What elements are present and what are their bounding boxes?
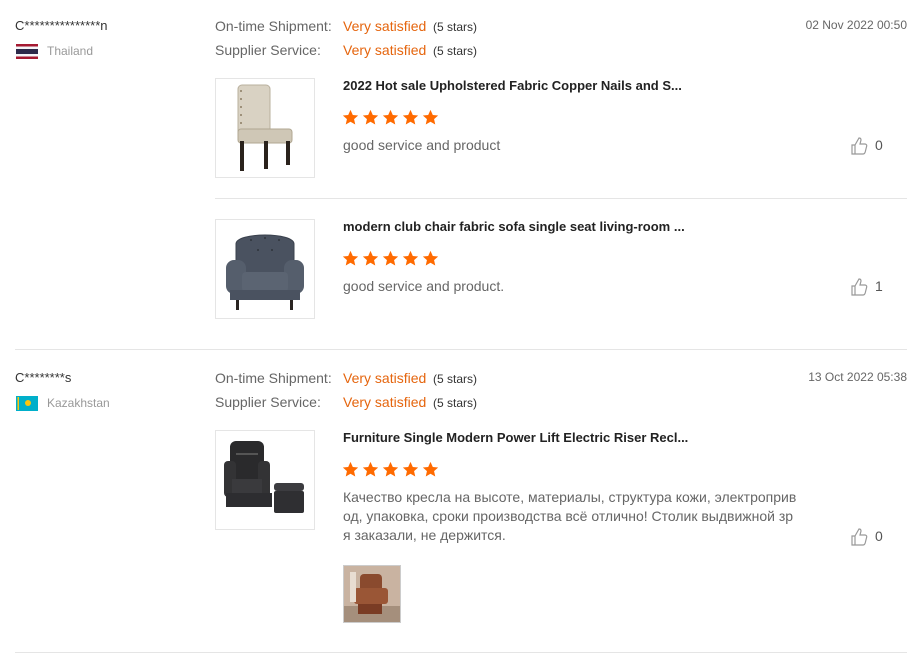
star-icon: [402, 109, 419, 125]
reviewer-name: C***************n: [15, 18, 108, 33]
shipment-rating-label: On-time Shipment:: [215, 18, 332, 34]
review-comment: Качество кресла на высоте, материалы, ст…: [343, 489, 797, 543]
product-star-rating: [342, 109, 439, 127]
star-icon: [382, 250, 399, 266]
star-icon: [342, 250, 359, 266]
star-icon: [342, 109, 359, 125]
review-date: 02 Nov 2022 00:50: [805, 18, 907, 32]
product-title-link[interactable]: 2022 Hot sale Upholstered Fabric Copper …: [343, 78, 682, 93]
star-icon: [362, 250, 379, 266]
star-icon: [362, 109, 379, 125]
star-icon: [422, 461, 439, 477]
product-divider: [215, 198, 907, 199]
product-star-rating: [342, 250, 439, 268]
product-thumbnail[interactable]: [215, 430, 315, 530]
reviewer-country: Thailand: [47, 44, 94, 58]
review-separator: [15, 652, 907, 653]
product-thumbnail[interactable]: [215, 219, 315, 319]
star-icon: [402, 461, 419, 477]
kazakhstan-flag-icon: [16, 396, 38, 411]
like-count: 0: [875, 528, 883, 544]
product-title-link[interactable]: Furniture Single Modern Power Lift Elect…: [343, 430, 688, 445]
service-rating-value: Very satisfied: [343, 42, 427, 58]
product-thumbnail[interactable]: [215, 78, 315, 178]
black-recliner-icon: [224, 441, 304, 513]
reviewer-name: C********s: [15, 370, 72, 385]
recliner-photo-icon: [344, 566, 400, 622]
shipment-rating-label: On-time Shipment:: [215, 370, 332, 386]
like-count: 1: [875, 278, 883, 294]
review-date: 13 Oct 2022 05:38: [808, 370, 907, 384]
star-icon: [382, 461, 399, 477]
service-rating-label: Supplier Service:: [215, 42, 321, 58]
shipment-rating-stars: (5 stars): [433, 20, 478, 34]
review-comment: good service and product: [343, 137, 501, 153]
star-icon: [402, 250, 419, 266]
star-icon: [422, 109, 439, 125]
shipment-rating-value: Very satisfied: [343, 18, 427, 34]
service-rating-label: Supplier Service:: [215, 394, 321, 410]
star-icon: [362, 461, 379, 477]
service-rating-stars: (5 stars): [433, 396, 478, 410]
thumbs-up-icon[interactable]: [850, 278, 868, 296]
shipment-rating-value: Very satisfied: [343, 370, 427, 386]
thumbs-up-icon[interactable]: [850, 137, 868, 155]
star-icon: [382, 109, 399, 125]
like-count: 0: [875, 137, 883, 153]
user-uploaded-photo[interactable]: [343, 565, 401, 623]
review-separator: [15, 349, 907, 350]
beige-dining-chair-icon: [237, 84, 293, 171]
service-rating-value: Very satisfied: [343, 394, 427, 410]
star-icon: [342, 461, 359, 477]
thailand-flag-icon: [16, 44, 38, 59]
star-icon: [422, 250, 439, 266]
product-title-link[interactable]: modern club chair fabric sofa single sea…: [343, 219, 685, 234]
service-rating-stars: (5 stars): [433, 44, 478, 58]
review-comment: good service and product.: [343, 278, 505, 294]
grey-armchair-icon: [226, 234, 304, 310]
thumbs-up-icon[interactable]: [850, 528, 868, 546]
shipment-rating-stars: (5 stars): [433, 372, 478, 386]
product-star-rating: [342, 461, 439, 479]
reviewer-country: Kazakhstan: [47, 396, 110, 410]
